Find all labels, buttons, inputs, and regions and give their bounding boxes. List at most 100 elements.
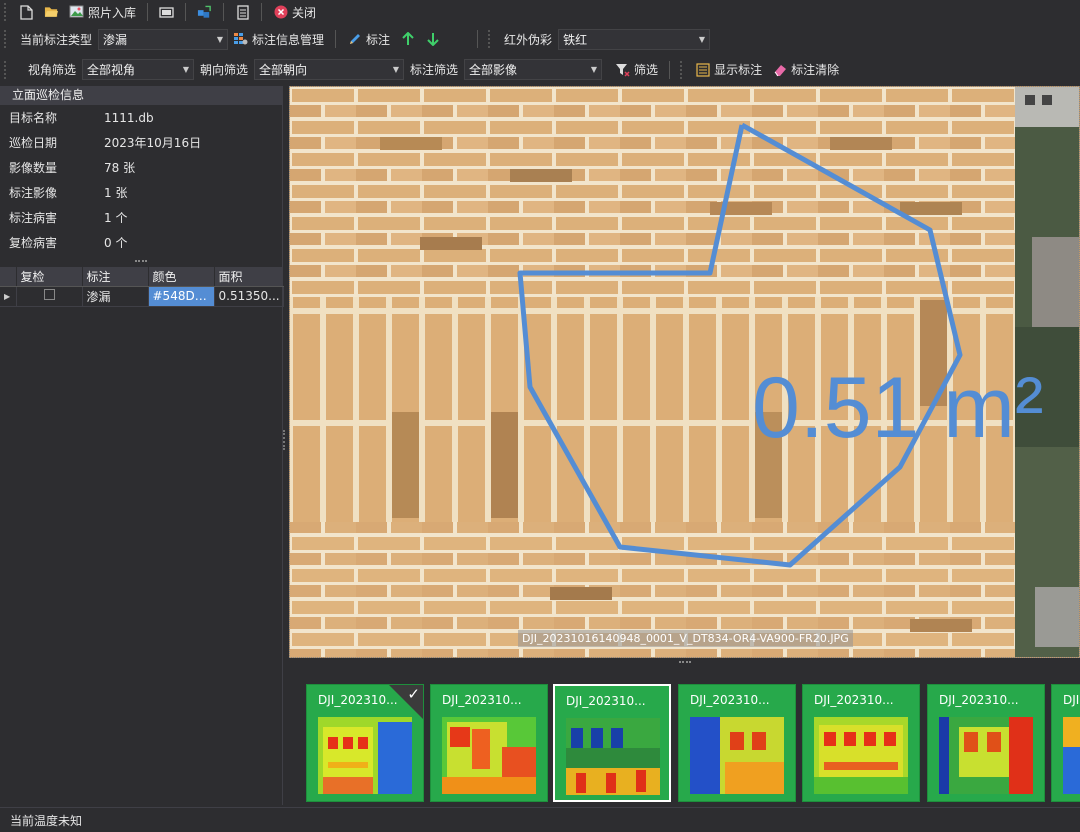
thumbnail-label: DJI_202310...: [690, 693, 770, 707]
move-up-button[interactable]: [395, 28, 420, 50]
image-viewer[interactable]: 0.51 m² DJI_20231016140948_0001_V_DT834-…: [289, 86, 1080, 658]
document-icon: [235, 4, 250, 20]
info-value: 2023年10月16日: [104, 136, 202, 150]
annotation-manage-label: 标注信息管理: [252, 32, 325, 47]
toolbar-grip[interactable]: [4, 60, 8, 79]
thumbnail[interactable]: DJI: [1051, 684, 1080, 802]
thumbnail[interactable]: DJI_202310...: [927, 684, 1045, 802]
info-row: 复检病害 0 个: [0, 230, 282, 255]
thermal-image: [318, 717, 412, 794]
orientation-filter-label: 朝向筛选: [200, 63, 249, 77]
toolbar-separator: [477, 30, 479, 48]
toolbar-separator: [147, 3, 149, 21]
annotation-type-label: 当前标注类型: [20, 32, 93, 47]
photo-import-button[interactable]: 照片入库: [64, 1, 141, 23]
close-button[interactable]: 关闭: [268, 1, 321, 23]
arrow-up-icon: [400, 32, 415, 47]
orientation-filter-value: 全部朝向: [259, 63, 308, 77]
column-header-area[interactable]: 面积: [214, 267, 284, 287]
annotate-button[interactable]: 标注: [342, 28, 395, 50]
table-header-row: 复检 标注 颜色 面积: [0, 267, 284, 287]
info-row: 标注影像 1 张: [0, 180, 282, 205]
info-row: 目标名称 1111.db: [0, 105, 282, 130]
chevron-down-icon: ▼: [182, 65, 190, 74]
thumbnail[interactable]: DJI_202310...: [678, 684, 796, 802]
chevron-down-icon: ▼: [698, 34, 706, 44]
orientation-filter-select[interactable]: 全部朝向 ▼: [254, 59, 405, 80]
horizontal-splitter[interactable]: [289, 658, 1080, 666]
chevron-down-icon: ▼: [392, 65, 400, 74]
toolbar-separator: [335, 30, 337, 48]
info-value: 1111.db: [104, 110, 154, 125]
panel-splitter[interactable]: [0, 255, 282, 267]
thumbnail[interactable]: DJI_202310...: [802, 684, 920, 802]
info-key: 目标名称: [9, 111, 58, 125]
toolbar-grip[interactable]: [488, 30, 492, 48]
filter-button[interactable]: 筛选: [610, 59, 663, 81]
filter-toolbar: 视角筛选 全部视角 ▼ 朝向筛选 全部朝向 ▼ 标注筛选 全部影像 ▼ 筛选 显…: [0, 55, 1080, 84]
info-key: 标注影像: [9, 186, 58, 200]
angle-filter-select[interactable]: 全部视角 ▼: [82, 59, 195, 80]
toolbar-separator: [185, 3, 187, 21]
annotation-filter-select[interactable]: 全部影像 ▼: [464, 59, 603, 80]
column-header-recheck[interactable]: 复检: [16, 267, 83, 287]
funnel-icon: [615, 62, 630, 77]
recheck-checkbox[interactable]: [43, 289, 55, 300]
info-key: 影像数量: [9, 161, 58, 175]
thumbnail-selected[interactable]: DJI_202310...: [553, 684, 671, 802]
toolbar-grip[interactable]: [4, 30, 8, 48]
angle-filter-value: 全部视角: [87, 63, 136, 77]
new-file-icon: [19, 4, 34, 20]
infrared-palette-select[interactable]: 铁红 ▼: [558, 28, 711, 50]
thermal-image: [566, 718, 660, 795]
checkmark-icon: ✓: [407, 685, 420, 703]
info-row: 标注病害 1 个: [0, 205, 282, 230]
clear-annotation-label: 标注清除: [791, 63, 840, 77]
eraser-icon: [772, 62, 787, 77]
annotation-type-select[interactable]: 渗漏 ▼: [98, 28, 229, 50]
show-annotation-button[interactable]: 显示标注: [690, 59, 767, 81]
clear-annotation-button[interactable]: 标注清除: [767, 59, 844, 81]
area-overlay-text: 0.51 m²: [752, 360, 1044, 456]
open-folder-icon: [44, 5, 59, 20]
photo-import-label: 照片入库: [88, 5, 137, 20]
annotation-table: 复检 标注 颜色 面积 ▶ 渗漏 #548DD... 0.51350...: [0, 267, 284, 307]
row-indicator-header: [0, 267, 17, 287]
thermal-image: [939, 717, 1033, 794]
thumbnail[interactable]: DJI_202310...: [430, 684, 548, 802]
annotation-filter-label: 标注筛选: [410, 63, 459, 77]
close-label: 关闭: [292, 5, 317, 20]
document-button[interactable]: [230, 1, 255, 23]
area-cell: 0.51350...: [214, 286, 284, 307]
infrared-palette-value: 铁红: [563, 32, 588, 47]
column-header-color[interactable]: 颜色: [148, 267, 215, 287]
film-button[interactable]: [154, 1, 179, 23]
recheck-cell: [16, 286, 83, 307]
filter-button-label: 筛选: [634, 63, 659, 77]
thumbnail-label: DJI_202310...: [318, 693, 398, 707]
thumbnail-label: DJI_202310...: [939, 693, 1019, 707]
toolbar-grip[interactable]: [680, 60, 684, 79]
panel-title: 立面巡检信息: [0, 86, 282, 105]
thumbnail[interactable]: DJI_202310... ✓: [306, 684, 424, 802]
main-toolbar: 照片入库 关闭: [0, 0, 1080, 24]
annotation-filter-value: 全部影像: [469, 63, 518, 77]
close-circle-icon: [273, 5, 288, 20]
cube-export-button[interactable]: [192, 1, 217, 23]
info-key: 标注病害: [9, 211, 58, 225]
wall-photo: 0.51 m²: [290, 87, 1079, 657]
grid-manage-icon: [233, 32, 248, 47]
info-key: 巡检日期: [9, 136, 58, 150]
row-pointer-icon: ▶: [0, 286, 17, 307]
table-row[interactable]: ▶ 渗漏 #548DD... 0.51350...: [0, 286, 284, 307]
infrared-label: 红外伪彩: [504, 32, 553, 47]
open-button[interactable]: [39, 1, 64, 23]
column-header-type[interactable]: 标注: [82, 267, 149, 287]
toolbar-grip[interactable]: [4, 3, 8, 21]
annotation-manage-button[interactable]: 标注信息管理: [228, 28, 329, 50]
arrow-down-icon: [425, 32, 440, 47]
move-down-button[interactable]: [420, 28, 445, 50]
new-button[interactable]: [14, 1, 39, 23]
color-cell: #548DD...: [148, 286, 215, 307]
inspection-info-panel: 立面巡检信息 目标名称 1111.db 巡检日期 2023年10月16日 影像数…: [0, 86, 284, 805]
